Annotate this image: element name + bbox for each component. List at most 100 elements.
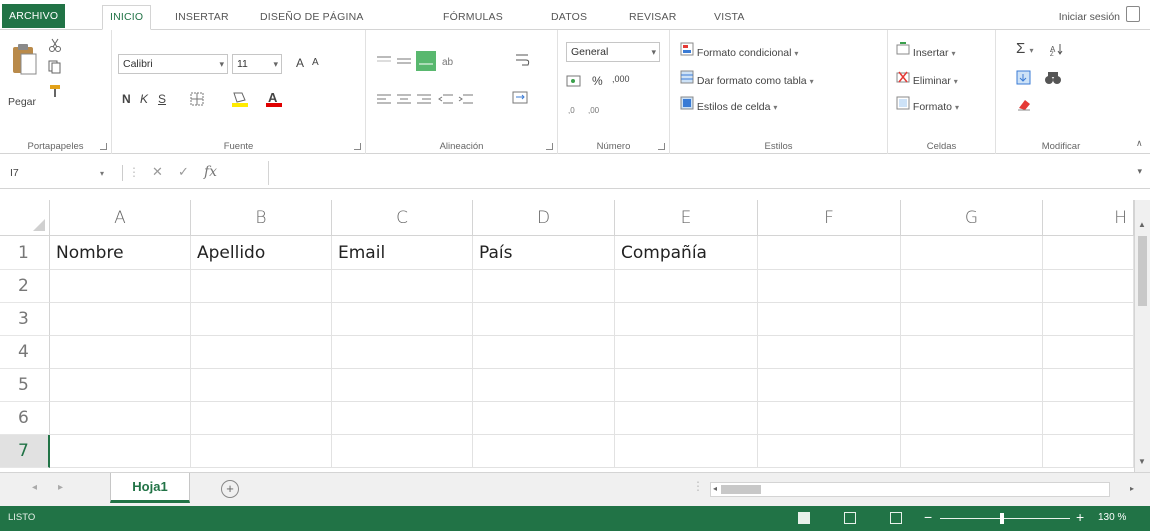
wrap-text-icon[interactable] [514, 52, 532, 73]
formula-input[interactable] [268, 161, 1128, 185]
font-name-select[interactable]: Calibri [118, 54, 228, 74]
insert-cells-button[interactable]: Insertar ▾ [896, 42, 955, 59]
cut-icon[interactable] [48, 38, 62, 55]
cell-f4[interactable] [758, 336, 901, 369]
collapse-ribbon-icon[interactable]: ∧ [1136, 138, 1143, 149]
select-all-corner[interactable] [0, 200, 50, 236]
scroll-left-icon[interactable]: ◂ [713, 484, 717, 493]
find-select-icon[interactable] [1044, 70, 1062, 89]
cell-e6[interactable] [615, 402, 758, 435]
align-middle-icon[interactable] [396, 54, 412, 71]
cell-f7[interactable] [758, 435, 901, 468]
zoom-in-button[interactable]: + [1076, 509, 1084, 525]
column-header-e[interactable]: E [615, 200, 758, 236]
fill-color-button[interactable] [230, 90, 250, 111]
tab-split-handle[interactable]: ⋮ [692, 479, 704, 493]
column-header-a[interactable]: A [50, 200, 191, 236]
cell-b1[interactable]: Apellido [191, 236, 332, 270]
cell-a4[interactable] [50, 336, 191, 369]
sign-in-link[interactable]: Iniciar sesión [1059, 11, 1120, 23]
cell-g2[interactable] [901, 270, 1043, 303]
autosum-icon[interactable]: Σ ▾ [1016, 40, 1033, 57]
cell-a2[interactable] [50, 270, 191, 303]
borders-button[interactable] [190, 92, 206, 109]
cell-b3[interactable] [191, 303, 332, 336]
cell-d1[interactable]: País [473, 236, 615, 270]
cell-d6[interactable] [473, 402, 615, 435]
cell-a6[interactable] [50, 402, 191, 435]
expand-formula-bar-icon[interactable]: ▾ [1137, 166, 1142, 177]
tab-view[interactable]: VISTA [714, 6, 745, 28]
cell-d4[interactable] [473, 336, 615, 369]
zoom-out-button[interactable]: − [924, 509, 932, 525]
cell-e2[interactable] [615, 270, 758, 303]
cell-h3[interactable] [1043, 303, 1134, 336]
cell-d2[interactable] [473, 270, 615, 303]
cell-a3[interactable] [50, 303, 191, 336]
worksheet-grid[interactable]: A B C D E F G H 1 2 3 4 5 6 7 Nombre Apel… [0, 200, 1150, 472]
cell-c7[interactable] [332, 435, 473, 468]
vertical-scroll-thumb[interactable] [1138, 236, 1147, 306]
vertical-scrollbar[interactable]: ▲ ▼ [1134, 200, 1150, 472]
cell-b5[interactable] [191, 369, 332, 402]
percent-button[interactable]: % [592, 74, 603, 88]
font-size-select[interactable]: 11 [232, 54, 282, 74]
decrease-indent-icon[interactable] [438, 92, 454, 109]
format-cells-button[interactable]: Formato ▾ [896, 96, 959, 113]
name-box[interactable]: I7 [4, 163, 112, 183]
increase-decimal-icon[interactable]: ,0 [568, 102, 584, 119]
cell-h1[interactable] [1043, 236, 1134, 270]
scroll-up-icon[interactable]: ▲ [1138, 220, 1146, 229]
delete-cells-button[interactable]: Eliminar ▾ [896, 70, 958, 87]
alignment-launcher-icon[interactable] [546, 143, 553, 150]
tab-review[interactable]: REVISAR [629, 6, 677, 28]
column-header-h[interactable]: H [1043, 200, 1134, 236]
horizontal-scrollbar[interactable]: ◂ [710, 482, 1110, 497]
cell-f2[interactable] [758, 270, 901, 303]
scroll-down-icon[interactable]: ▼ [1138, 457, 1146, 466]
clear-icon[interactable] [1016, 96, 1032, 115]
cell-g6[interactable] [901, 402, 1043, 435]
cell-a1[interactable]: Nombre [50, 236, 191, 270]
number-format-select[interactable]: General [566, 42, 660, 62]
align-top-icon[interactable] [376, 54, 392, 71]
increase-indent-icon[interactable] [458, 92, 474, 109]
accounting-format-icon[interactable] [566, 74, 582, 91]
account-icon[interactable] [1126, 6, 1140, 22]
cell-f5[interactable] [758, 369, 901, 402]
sheet-tab-hoja1[interactable]: Hoja1 [110, 473, 190, 503]
page-layout-view-icon[interactable] [844, 512, 856, 524]
cell-f1[interactable] [758, 236, 901, 270]
row-header-7[interactable]: 7 [0, 435, 50, 468]
cell-b2[interactable] [191, 270, 332, 303]
cell-b7[interactable] [191, 435, 332, 468]
cell-g3[interactable] [901, 303, 1043, 336]
align-center-icon[interactable] [396, 92, 412, 109]
fill-icon[interactable] [1016, 70, 1032, 89]
row-header-4[interactable]: 4 [0, 336, 50, 369]
tab-home[interactable]: INICIO [102, 5, 152, 30]
cell-b6[interactable] [191, 402, 332, 435]
cell-c4[interactable] [332, 336, 473, 369]
cell-b4[interactable] [191, 336, 332, 369]
cell-f3[interactable] [758, 303, 901, 336]
zoom-slider-thumb[interactable] [1000, 513, 1004, 524]
cell-c6[interactable] [332, 402, 473, 435]
row-header-2[interactable]: 2 [0, 270, 50, 303]
prev-sheet-icon[interactable]: ◂ [32, 482, 37, 493]
scroll-right-icon[interactable]: ▸ [1130, 484, 1134, 493]
cell-h5[interactable] [1043, 369, 1134, 402]
cell-e1[interactable]: Compañía [615, 236, 758, 270]
cell-d7[interactable] [473, 435, 615, 468]
increase-font-button[interactable]: A [296, 56, 304, 70]
cell-h4[interactable] [1043, 336, 1134, 369]
cell-g7[interactable] [901, 435, 1043, 468]
font-color-button[interactable]: A [264, 90, 284, 111]
number-launcher-icon[interactable] [658, 143, 665, 150]
tab-formulas[interactable]: FÓRMULAS [443, 6, 503, 28]
align-left-icon[interactable] [376, 92, 392, 109]
column-header-g[interactable]: G [901, 200, 1043, 236]
cell-g4[interactable] [901, 336, 1043, 369]
sort-filter-icon[interactable]: AZ [1050, 42, 1068, 59]
cell-e7[interactable] [615, 435, 758, 468]
